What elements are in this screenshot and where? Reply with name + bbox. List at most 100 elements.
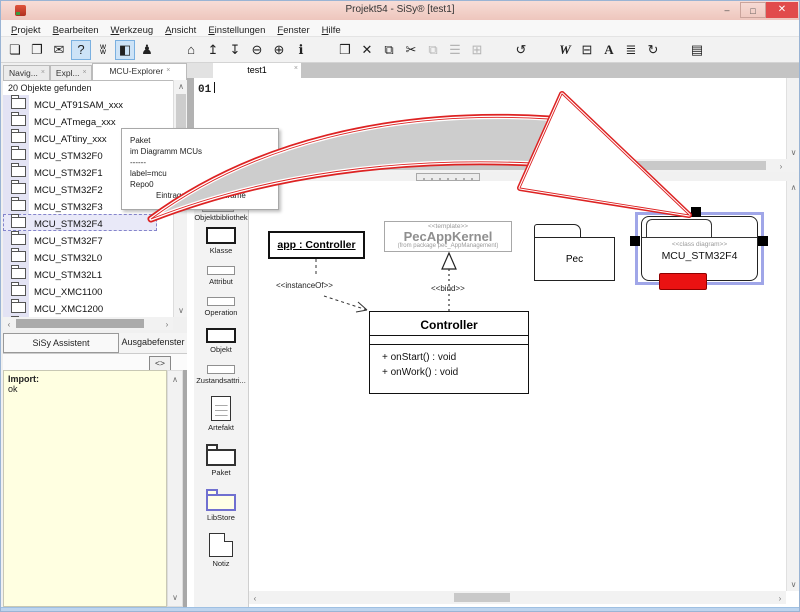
uml-package-mcu-stm32f4[interactable]: <<class diagram>> MCU_STM32F4 xyxy=(641,216,758,281)
toolbar-button[interactable]: ✕ xyxy=(357,40,377,60)
menu-item[interactable]: Fenster xyxy=(271,23,315,36)
close-tab-icon[interactable]: × xyxy=(83,69,87,76)
code-view-button[interactable]: <> xyxy=(149,356,171,371)
scroll-left-icon[interactable]: ‹ xyxy=(3,320,15,329)
toolbar-button[interactable]: ↥ xyxy=(203,40,223,60)
menu-item[interactable]: Einstellungen xyxy=(202,23,271,36)
document-tab[interactable]: test1× xyxy=(213,63,301,78)
scroll-down-icon[interactable]: ∨ xyxy=(787,148,800,157)
editor-vertical-scrollbar[interactable]: ∨ xyxy=(786,78,800,159)
scroll-up-icon[interactable]: ∧ xyxy=(174,82,188,91)
scroll-down-icon[interactable]: ∨ xyxy=(168,593,182,602)
toolbar-button[interactable]: ≣ xyxy=(621,40,641,60)
menu-item[interactable]: Bearbeiten xyxy=(47,23,105,36)
close-tab-icon[interactable]: × xyxy=(294,65,298,72)
toolbar-button[interactable]: ⊕ xyxy=(269,40,289,60)
editor-horizontal-scrollbar[interactable]: ‹ › xyxy=(194,159,786,172)
splitter-handle[interactable] xyxy=(416,173,480,181)
selection-handle[interactable] xyxy=(758,236,768,246)
scroll-down-icon[interactable]: ∨ xyxy=(174,306,188,315)
toolbar-button[interactable]: ◧ xyxy=(115,40,135,60)
uml-object-app-controller[interactable]: app : Controller xyxy=(268,231,365,259)
selection-handle[interactable] xyxy=(630,236,640,246)
toolbar-button[interactable]: W xyxy=(555,40,575,60)
canvas-horizontal-scrollbar[interactable]: ‹ › xyxy=(249,591,786,604)
tree-item[interactable]: MCU_ATmega_xxx xyxy=(3,112,157,129)
close-button[interactable]: ✕ xyxy=(766,2,798,18)
explorer-tab[interactable]: Expl...× xyxy=(50,65,92,80)
tree-horizontal-scrollbar[interactable]: ‹ › xyxy=(3,317,173,330)
scroll-up-icon[interactable]: ∧ xyxy=(168,375,182,384)
palette-item[interactable]: LibStore xyxy=(206,488,236,522)
tree-item[interactable]: MCU_STM32L0 xyxy=(3,248,157,265)
toolbar-button[interactable] xyxy=(489,40,509,60)
uml-template-pecappkernel[interactable]: <<template>> PecAppKernel (from package … xyxy=(384,221,512,252)
scroll-right-icon[interactable]: › xyxy=(774,594,786,603)
uml-package-pec-tab[interactable] xyxy=(534,224,581,238)
menu-item[interactable]: Werkzeug xyxy=(105,23,160,36)
toolbar-button[interactable]: ? xyxy=(71,40,91,60)
scrollbar-thumb[interactable] xyxy=(454,593,510,602)
close-tab-icon[interactable]: × xyxy=(166,67,170,74)
minimize-button[interactable]: – xyxy=(714,2,740,18)
toolbar-button[interactable]: ❏ xyxy=(5,40,25,60)
toolbar-button[interactable]: ❐ xyxy=(27,40,47,60)
menu-item[interactable]: Ansicht xyxy=(159,23,202,36)
palette-item[interactable]: Artefakt xyxy=(208,396,234,432)
scroll-left-icon[interactable]: ‹ xyxy=(249,594,261,603)
toolbar-button[interactable]: ▤ xyxy=(687,40,707,60)
palette-item[interactable]: Attribut xyxy=(207,266,235,286)
toolbar-button[interactable]: ⧉ xyxy=(423,40,443,60)
canvas-vertical-scrollbar[interactable]: ∧ ∨ xyxy=(786,181,800,591)
toolbar-button[interactable]: ⊟ xyxy=(577,40,597,60)
selection-handle[interactable] xyxy=(691,207,701,217)
toolbar-button[interactable]: ❒ xyxy=(335,40,355,60)
toolbar-button[interactable]: ℹ xyxy=(291,40,311,60)
menu-item[interactable]: Projekt xyxy=(5,23,47,36)
tree-item[interactable]: MCU_XMC1200 xyxy=(3,299,157,316)
scroll-up-icon[interactable]: ∧ xyxy=(787,183,800,192)
palette-item[interactable]: Operation xyxy=(205,297,238,317)
tree-item[interactable]: MCU_STM32F4 xyxy=(3,214,157,231)
bottom-tab[interactable]: SiSy Assistent xyxy=(3,333,119,353)
toolbar-button[interactable]: A xyxy=(599,40,619,60)
scrollbar-thumb[interactable] xyxy=(206,161,766,170)
explorer-tab[interactable]: MCU-Explorer× xyxy=(92,63,187,80)
code-editor[interactable]: 01 xyxy=(194,78,786,159)
toolbar-button[interactable]: ☰ xyxy=(445,40,465,60)
tree-item[interactable]: MCU_XMC1100 xyxy=(3,282,157,299)
toolbar-button[interactable]: ↧ xyxy=(225,40,245,60)
scroll-right-icon[interactable]: › xyxy=(161,320,173,329)
maximize-button[interactable]: □ xyxy=(740,2,766,18)
palette-item[interactable]: Paket xyxy=(206,443,236,477)
menu-item[interactable]: Hilfe xyxy=(316,23,347,36)
palette-item[interactable]: Klasse xyxy=(206,227,236,255)
palette-item[interactable]: Notiz xyxy=(209,533,233,568)
toolbar-button[interactable]: ⊖ xyxy=(247,40,267,60)
uml-class-controller[interactable]: Controller + onStart() : void+ onWork() … xyxy=(369,311,529,394)
toolbar-button[interactable]: ʬ xyxy=(93,40,113,60)
palette-item[interactable]: Zustandsattri... xyxy=(196,365,246,385)
scroll-right-icon[interactable]: › xyxy=(776,162,786,171)
uml-package-pec[interactable]: Pec xyxy=(534,237,615,281)
palette-item[interactable]: Objekt xyxy=(206,328,236,354)
toolbar-button[interactable]: ✉ xyxy=(49,40,69,60)
toolbar-button[interactable] xyxy=(533,40,553,60)
close-tab-icon[interactable]: × xyxy=(41,69,45,76)
toolbar-button[interactable] xyxy=(665,40,685,60)
scroll-down-icon[interactable]: ∨ xyxy=(787,580,800,589)
tree-item[interactable]: MCU_STM32F7 xyxy=(3,231,157,248)
toolbar-button[interactable]: ↻ xyxy=(643,40,663,60)
title-bar[interactable]: Projekt54 - SiSy® [test1] – □ ✕ xyxy=(1,1,799,21)
toolbar-button[interactable]: ⌂ xyxy=(181,40,201,60)
bottom-tab[interactable]: Ausgabefenster xyxy=(119,333,187,353)
toolbar-button[interactable]: ♟ xyxy=(137,40,157,60)
toolbar-button[interactable] xyxy=(159,40,179,60)
explorer-tab[interactable]: Navig...× xyxy=(3,65,50,80)
scrollbar-thumb[interactable] xyxy=(16,319,144,328)
toolbar-button[interactable]: ✂ xyxy=(401,40,421,60)
tree-item[interactable]: MCU_AT91SAM_xxx xyxy=(3,95,157,112)
output-scrollbar[interactable]: ∧ ∨ xyxy=(167,370,183,607)
toolbar-button[interactable]: ⧉ xyxy=(379,40,399,60)
toolbar-button[interactable]: ⊞ xyxy=(467,40,487,60)
